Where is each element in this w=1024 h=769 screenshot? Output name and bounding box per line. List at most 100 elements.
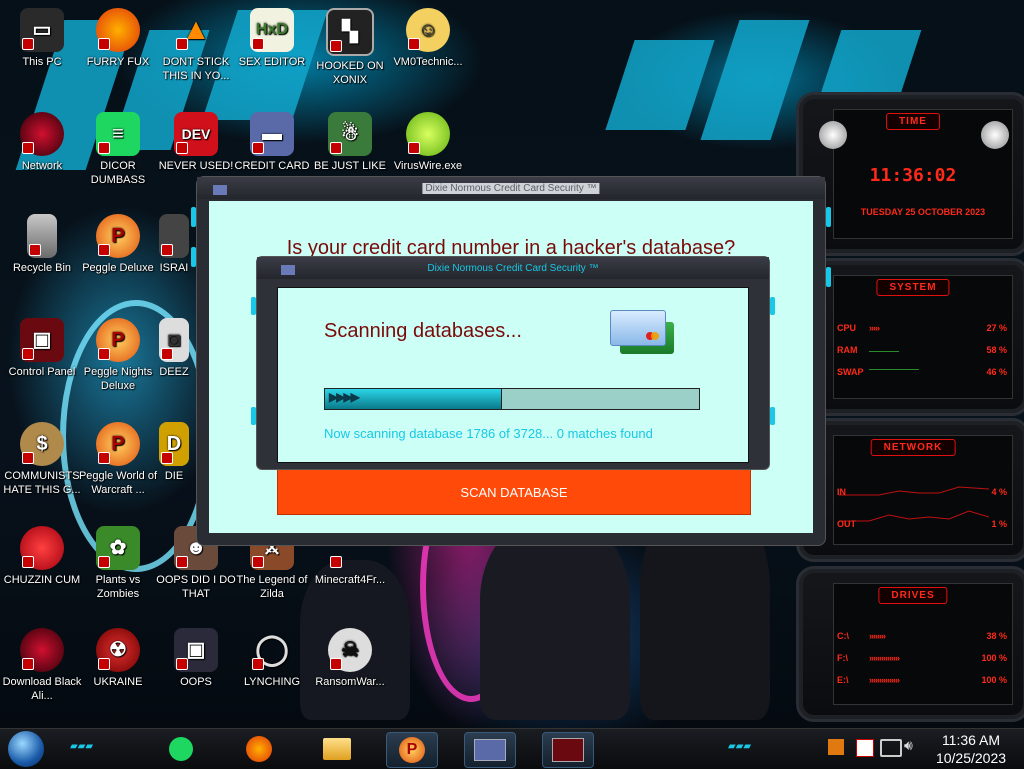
desktop-icon-communists[interactable]: $ COMMUNISTS HATE THIS G... <box>0 422 84 497</box>
desktop-icon-lynching[interactable]: ◯ LYNCHING <box>230 628 314 689</box>
gadget-bar-icon: ››››››››››››››› <box>869 653 900 663</box>
folder-icon <box>323 738 351 760</box>
desktop-icon-die[interactable]: D DIE <box>154 422 194 483</box>
desktop-icon-sex-editor[interactable]: HxD SEX EDITOR <box>230 8 314 69</box>
taskbar-decor-icon: ▰▰▰ <box>728 741 752 752</box>
chat-app-icon <box>169 737 193 761</box>
control-panel-icon: ▣ <box>20 318 64 362</box>
control-panel-icon <box>552 738 584 762</box>
desktop-icon-download-black-ali[interactable]: Download Black Ali... <box>0 628 84 703</box>
credit-card-icon <box>474 739 506 761</box>
desktop-icon-label: FURRY FUX <box>86 56 150 68</box>
taskbar-chat-app[interactable] <box>156 732 206 766</box>
taskbar-file-explorer[interactable] <box>312 732 362 766</box>
volume-icon[interactable]: 🔊︎ <box>904 737 913 754</box>
scanning-progress-window: Dixie Normous Credit Card Security ™ Sca… <box>251 256 775 470</box>
taskbar-firefox[interactable] <box>234 732 284 766</box>
desktop-icon-hooked-on-xonix[interactable]: ▚ HOOKED ON XONIX <box>308 8 392 87</box>
desktop-icon-vm0technic[interactable]: ☺ VM0Technic... <box>386 8 470 69</box>
wallpaper-shape <box>605 40 715 130</box>
cartoon-face-icon: ☺ <box>406 8 450 52</box>
desktop-icon-dicor-dumbass[interactable]: ≡ DICOR DUMBASS <box>76 112 160 187</box>
desktop-icon-ukraine[interactable]: ☢ UKRAINE <box>76 628 160 689</box>
desktop-icon-label: CHUZZIN CUM <box>3 574 81 586</box>
window-titlebar[interactable]: Dixie Normous Credit Card Security ™ <box>257 257 769 279</box>
desktop-icon-label: LYNCHING <box>243 676 301 688</box>
network-tray-icon[interactable] <box>880 739 902 757</box>
desktop-icon-label: This PC <box>22 56 62 68</box>
desktop-icon-furry-fux[interactable]: FURRY FUX <box>76 8 160 69</box>
desktop-icon-be-just-like[interactable]: ☃ BE JUST LIKE <box>308 112 392 173</box>
gadget-row-value: 4 % <box>991 487 1007 497</box>
gadget-row-value: 1 % <box>991 519 1007 529</box>
gadget-row: OUT 1 % <box>837 519 1011 529</box>
start-button[interactable] <box>8 731 44 767</box>
desktop-icon-peggle-deluxe[interactable]: P Peggle Deluxe <box>76 214 160 275</box>
gadget-row-label: CPU <box>837 323 857 333</box>
taskbar-clock[interactable]: 11:36 AM 10/25/2023 <box>928 731 1014 767</box>
desktop-icon-label: ISRAI <box>159 262 189 274</box>
skull-icon: ☠ <box>328 628 372 672</box>
window-title: Dixie Normous Credit Card Security ™ <box>427 263 599 274</box>
gadget-bar-icon: ››››› <box>869 323 880 333</box>
desktop-icon-this-pc[interactable]: ▭ This PC <box>0 8 84 69</box>
credit-card-icon: ▬ <box>250 112 294 156</box>
desktop-icon-recycle-bin[interactable]: Recycle Bin <box>0 214 84 275</box>
desktop-icon-label: Peggle Nights Deluxe <box>83 366 153 392</box>
desktop-icon-label: BE JUST LIKE <box>314 160 386 172</box>
desktop-icon-label: Recycle Bin <box>12 262 72 274</box>
desktop-icon-label: Peggle Deluxe <box>82 262 154 274</box>
desktop-icon-peggle-wow[interactable]: P Peggle World of Warcraft ... <box>76 422 160 497</box>
desktop-icon-oops[interactable]: ▣ OOPS <box>154 628 238 689</box>
hex-editor-icon: HxD <box>250 8 294 52</box>
flower-icon: ✿ <box>96 526 140 570</box>
desktop-icon-viruswire[interactable]: VirusWire.exe <box>386 112 470 173</box>
gadget-header: SYSTEM <box>876 279 950 296</box>
gadget-bar-icon: ››››››››››››››› <box>869 675 900 685</box>
gadget-row-label: SWAP <box>837 367 864 377</box>
desktop-icon-never-used[interactable]: DEV NEVER USED! <box>154 112 238 173</box>
drives-gadget: DRIVES C:\ ›››››››› 38 % F:\ ››››››››››››››… <box>796 566 1024 722</box>
scan-database-button[interactable]: SCAN DATABASE <box>277 469 751 515</box>
recycle-bin-icon <box>27 214 57 258</box>
taskbar-credit-card[interactable] <box>464 732 516 768</box>
taskbar-decor-icon: ▰▰▰ <box>70 741 94 752</box>
taskbar: ▰▰▰ P ▰▰▰ 🔊︎ 11:36 AM 10/25/2023 <box>0 728 1024 769</box>
desktop-icon-ransomware[interactable]: ☠ RansomWar... <box>308 628 392 689</box>
desktop-icon-chuzzin-cum[interactable]: CHUZZIN CUM <box>0 526 84 587</box>
desktop-icon-label: DICOR DUMBASS <box>90 160 146 186</box>
frame-light <box>191 207 196 227</box>
credit-cards-icon <box>610 308 674 354</box>
desktop-icon-label: Peggle World of Warcraft ... <box>78 470 158 496</box>
desktop-icon-label: HOOKED ON XONIX <box>316 60 384 86</box>
scan-progress-bar: ▶▶▶▶ <box>324 388 700 410</box>
desktop-icon-network[interactable]: Network <box>0 112 84 173</box>
doom-icon: D <box>159 422 189 466</box>
vlc-cone-icon: ▲ <box>174 8 218 52</box>
tray-app-icon[interactable] <box>828 739 844 755</box>
chat-app-icon: ≡ <box>96 112 140 156</box>
gadget-row: RAM 58 % <box>837 345 1011 355</box>
radiation-icon: ☢ <box>96 628 140 672</box>
window-title: Dixie Normous Credit Card Security ™ <box>422 183 600 194</box>
frame-light <box>770 407 775 425</box>
desktop-icon-peggle-nights[interactable]: P Peggle Nights Deluxe <box>76 318 160 393</box>
progress-fill: ▶▶▶▶ <box>325 389 502 409</box>
tray-flag-icon[interactable] <box>856 739 874 757</box>
desktop-icon-label: NEVER USED! <box>158 160 234 172</box>
desktop-icon-dont-stick[interactable]: ▲ DONT STICK THIS IN YO... <box>154 8 238 83</box>
desktop-icon-deez[interactable]: ◙ DEEZ <box>154 318 194 379</box>
gadget-row: CPU ››››› 27 % <box>837 323 1011 333</box>
window-titlebar[interactable]: Dixie Normous Credit Card Security ™ <box>197 177 825 199</box>
desktop-icon-label: UKRAINE <box>93 676 143 688</box>
taskbar-control-panel[interactable] <box>542 732 594 768</box>
desktop-icon-label: OOPS DID I DO THAT <box>156 574 236 600</box>
taskbar-peggle[interactable]: P <box>386 732 438 768</box>
app-icon <box>159 214 189 258</box>
desktop-icon-plants-vs-zombies[interactable]: ✿ Plants vs Zombies <box>76 526 160 601</box>
desktop-icon-control-panel[interactable]: ▣ Control Panel <box>0 318 84 379</box>
desktop-icon-label: Minecraft4Fr... <box>314 574 386 586</box>
desktop-icon-credit-card[interactable]: ▬ CREDIT CARD <box>230 112 314 173</box>
desktop-icon-israi[interactable]: ISRAI <box>154 214 194 275</box>
time-gadget: TIME 11:36:02 TUESDAY 25 OCTOBER 2023 <box>796 92 1024 256</box>
